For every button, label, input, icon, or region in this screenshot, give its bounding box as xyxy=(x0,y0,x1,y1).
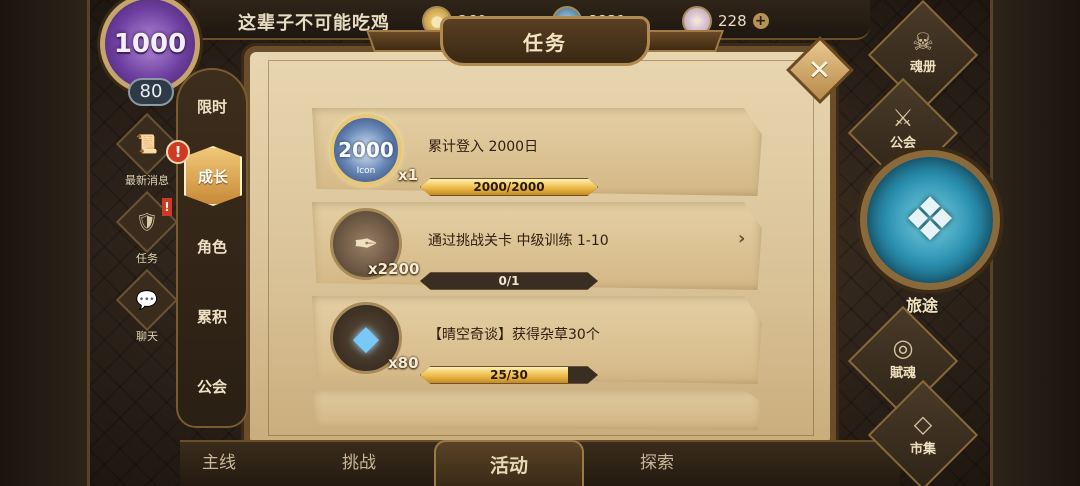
dialog-title: 任务 xyxy=(523,30,567,55)
chat-bubble-icon: 💬 xyxy=(115,268,179,332)
achievement-badge-icon: 2000 Icon xyxy=(330,114,402,186)
task-row[interactable] xyxy=(312,390,762,430)
task-progress-bar: 0/1 xyxy=(420,272,598,290)
nav-soul-empower-content: ◎ 賦魂 xyxy=(864,334,942,381)
tab-guild[interactable]: 公会 xyxy=(182,360,242,412)
nav-label: 市集 xyxy=(909,442,936,457)
nav-guild-content: ⚔ 公会 xyxy=(864,104,942,151)
nav-label: 公会 xyxy=(889,136,916,151)
nav-journey[interactable]: ❖ xyxy=(860,150,1000,290)
task-title: 通过挑战关卡 中级训练 1-10 xyxy=(428,233,609,249)
left-side-panel xyxy=(0,0,90,486)
reward-quantity: x2200 xyxy=(368,260,420,278)
progress-text: 25/30 xyxy=(490,368,528,382)
soul-swirl-icon: ◎ xyxy=(892,334,914,362)
guild-banner-icon: ⚔ xyxy=(892,104,914,132)
nav-explore[interactable]: 探索 xyxy=(640,448,674,473)
tab-growth[interactable]: 成长 xyxy=(184,146,242,206)
level-badge-text: 1000 xyxy=(113,29,187,59)
nav-main-story[interactable]: 主线 xyxy=(202,448,236,473)
task-progress-bar: 25/30 xyxy=(420,366,598,384)
progress-text: 2000/2000 xyxy=(473,180,545,194)
tab-limited[interactable]: 限时 xyxy=(182,80,242,132)
market-gem-icon: ◇ xyxy=(913,410,933,438)
nav-market-content: ◇ 市集 xyxy=(884,410,962,457)
go-arrow-icon[interactable]: › xyxy=(738,228,745,249)
dialog-title-plate: 任务 xyxy=(440,16,650,66)
right-side-panel xyxy=(990,0,1080,486)
tab-growth-alert-badge: ! xyxy=(166,140,190,164)
progress-text: 0/1 xyxy=(498,274,520,288)
nav-events[interactable]: 活动 xyxy=(434,440,584,486)
tasks-alert-badge: ! xyxy=(162,198,172,216)
reward-quantity: x80 xyxy=(388,354,419,372)
nav-label: 賦魂 xyxy=(889,366,916,381)
add-currency-icon[interactable]: + xyxy=(752,13,769,29)
nav-soul-book-content: ☠ 魂册 xyxy=(884,28,962,75)
nav-journey-label: 旅途 xyxy=(906,296,939,315)
nav-label: 魂册 xyxy=(909,60,936,75)
currency-amount: 228 xyxy=(718,12,747,30)
player-level: 80 xyxy=(128,78,174,106)
nav-challenge[interactable]: 挑战 xyxy=(342,448,376,473)
shortcut-chat[interactable]: 💬 聊天 xyxy=(115,268,179,344)
task-title: 累计登入 2000日 xyxy=(428,139,539,155)
demon-mask-icon: ☠ xyxy=(912,28,934,56)
journey-emblem-icon: ❖ xyxy=(903,185,957,255)
tab-character[interactable]: 角色 xyxy=(182,220,242,272)
task-title: 【晴空奇谈】获得杂草30个 xyxy=(428,327,600,343)
close-icon: ✕ xyxy=(808,53,832,87)
reward-quantity: x1 xyxy=(398,166,419,184)
tab-accumulate[interactable]: 累积 xyxy=(182,290,242,342)
task-progress-bar: 2000/2000 xyxy=(420,178,598,196)
